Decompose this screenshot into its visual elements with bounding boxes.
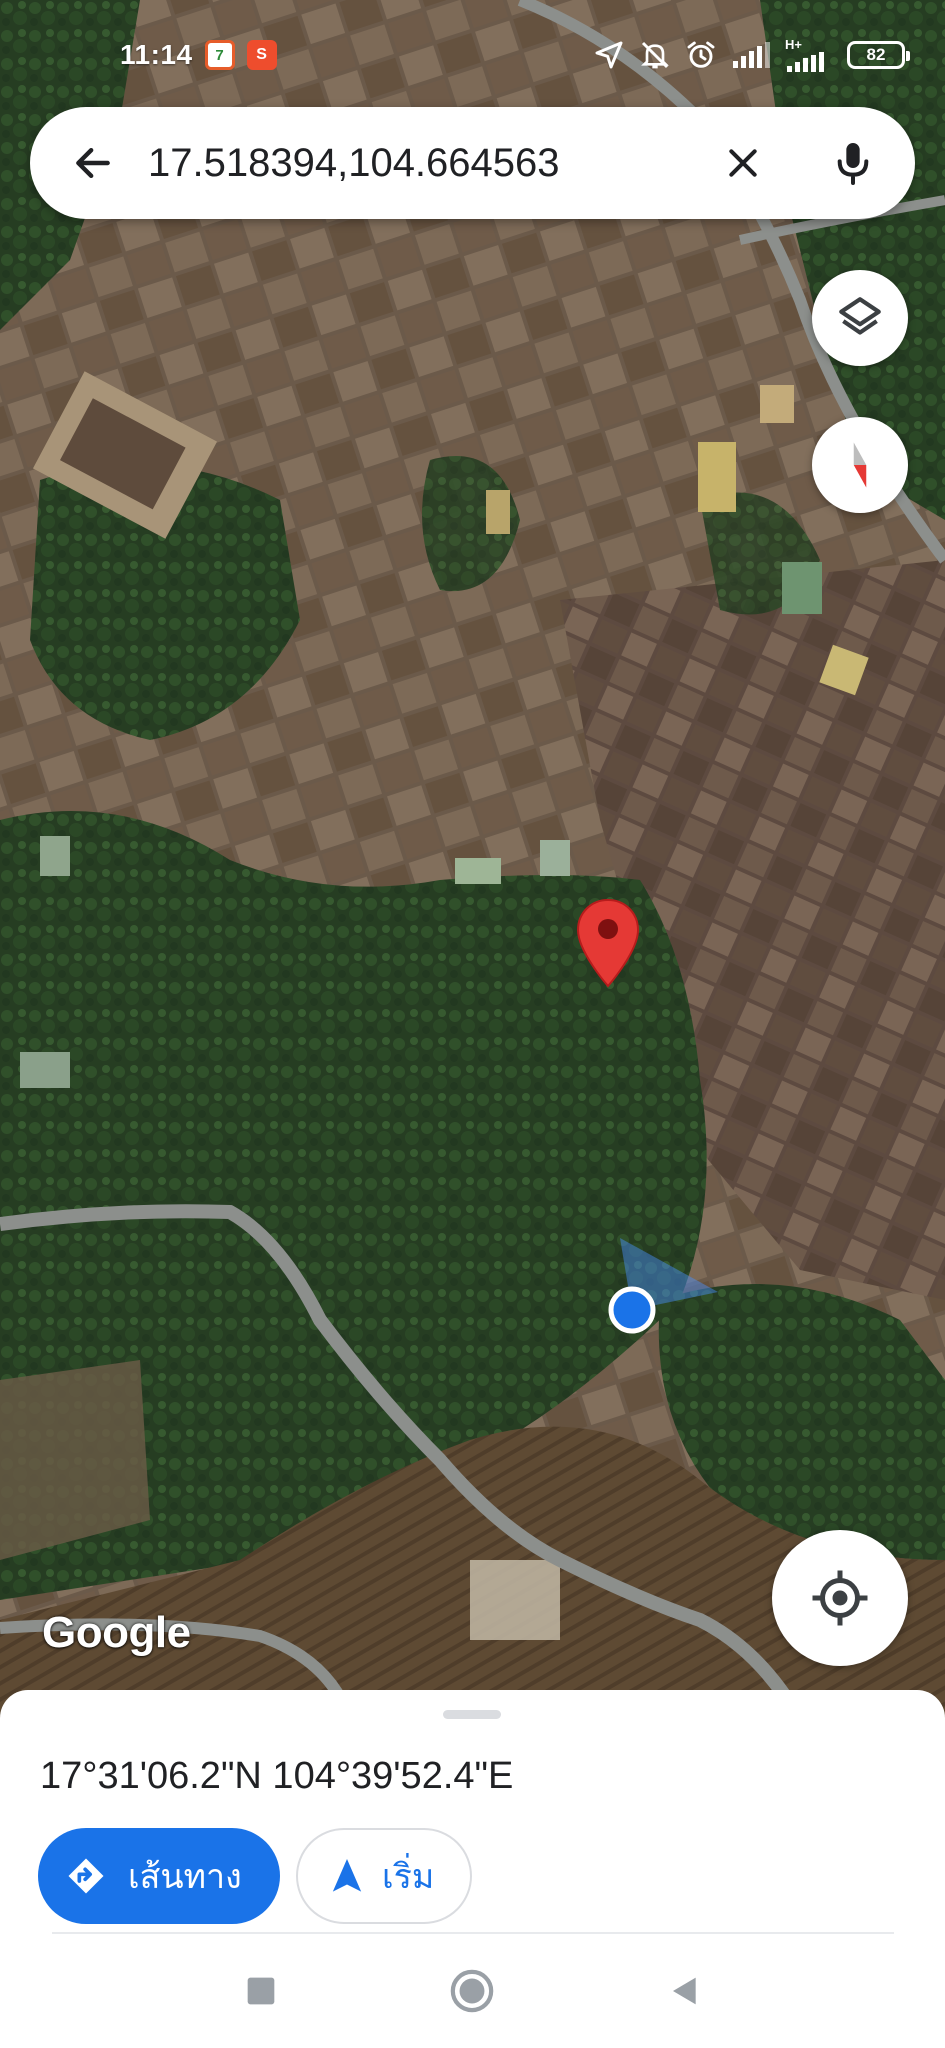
compass-button[interactable] [812, 417, 908, 513]
compass-icon [853, 442, 867, 488]
home-button[interactable] [447, 1966, 497, 2016]
satellite-imagery [0, 0, 945, 1720]
status-time: 11:14 [120, 39, 193, 70]
sheet-divider [52, 1932, 894, 1934]
satellite-map[interactable]: Google [0, 0, 945, 1720]
map-layers-button[interactable] [812, 270, 908, 366]
directions-icon [68, 1858, 104, 1894]
back-triangle-icon [673, 1977, 696, 2005]
battery-indicator: 82 [847, 41, 910, 69]
seven-eleven-app-icon: 7 [204, 40, 235, 70]
layers-icon [839, 297, 881, 335]
signal-strength-icon [733, 42, 770, 68]
start-label: เริ่ม [382, 1858, 435, 1896]
navigation-arrow-icon [332, 1859, 362, 1892]
directions-label: เส้นทาง [128, 1858, 242, 1896]
directions-button[interactable]: เส้นทาง [38, 1828, 280, 1924]
sheet-drag-handle[interactable] [443, 1710, 501, 1719]
microphone-icon [837, 143, 869, 185]
arrow-back-icon [76, 147, 110, 179]
search-bar [30, 107, 915, 219]
search-input[interactable] [148, 140, 703, 186]
my-location-icon [812, 1570, 868, 1626]
start-navigation-button[interactable]: เริ่ม [296, 1828, 472, 1924]
recents-square-icon [247, 1977, 275, 2005]
navigation-arrow-icon [595, 41, 623, 69]
system-navigation-bar [0, 1928, 945, 2048]
coordinates-title: 17°31'06.2"N 104°39'52.4"E [40, 1755, 514, 1797]
location-pin-icon[interactable] [576, 898, 640, 988]
close-icon [729, 149, 757, 177]
back-button[interactable] [48, 118, 138, 208]
my-location-button[interactable] [772, 1530, 908, 1666]
signal-strength-2-icon [787, 51, 824, 72]
recents-button[interactable] [236, 1966, 286, 2016]
network-type-label: H+ [785, 36, 802, 52]
back-nav-button[interactable] [660, 1966, 710, 2016]
status-bar: 11:14 7 S H+ 82 [0, 0, 945, 110]
status-icons: H+ 82 [593, 36, 910, 73]
voice-search-button[interactable] [813, 123, 893, 203]
clear-search-button[interactable] [703, 123, 783, 203]
my-location-marker-icon [608, 1238, 718, 1334]
google-attribution: Google [42, 1608, 191, 1657]
shopee-app-icon: S [246, 40, 277, 70]
place-bottom-sheet[interactable]: 17°31'06.2"N 104°39'52.4"E เส้นทาง เริ่ม [0, 1690, 945, 1928]
alarm-icon [687, 41, 715, 68]
home-circle-icon [450, 1969, 494, 2013]
mute-bell-icon [641, 41, 669, 69]
